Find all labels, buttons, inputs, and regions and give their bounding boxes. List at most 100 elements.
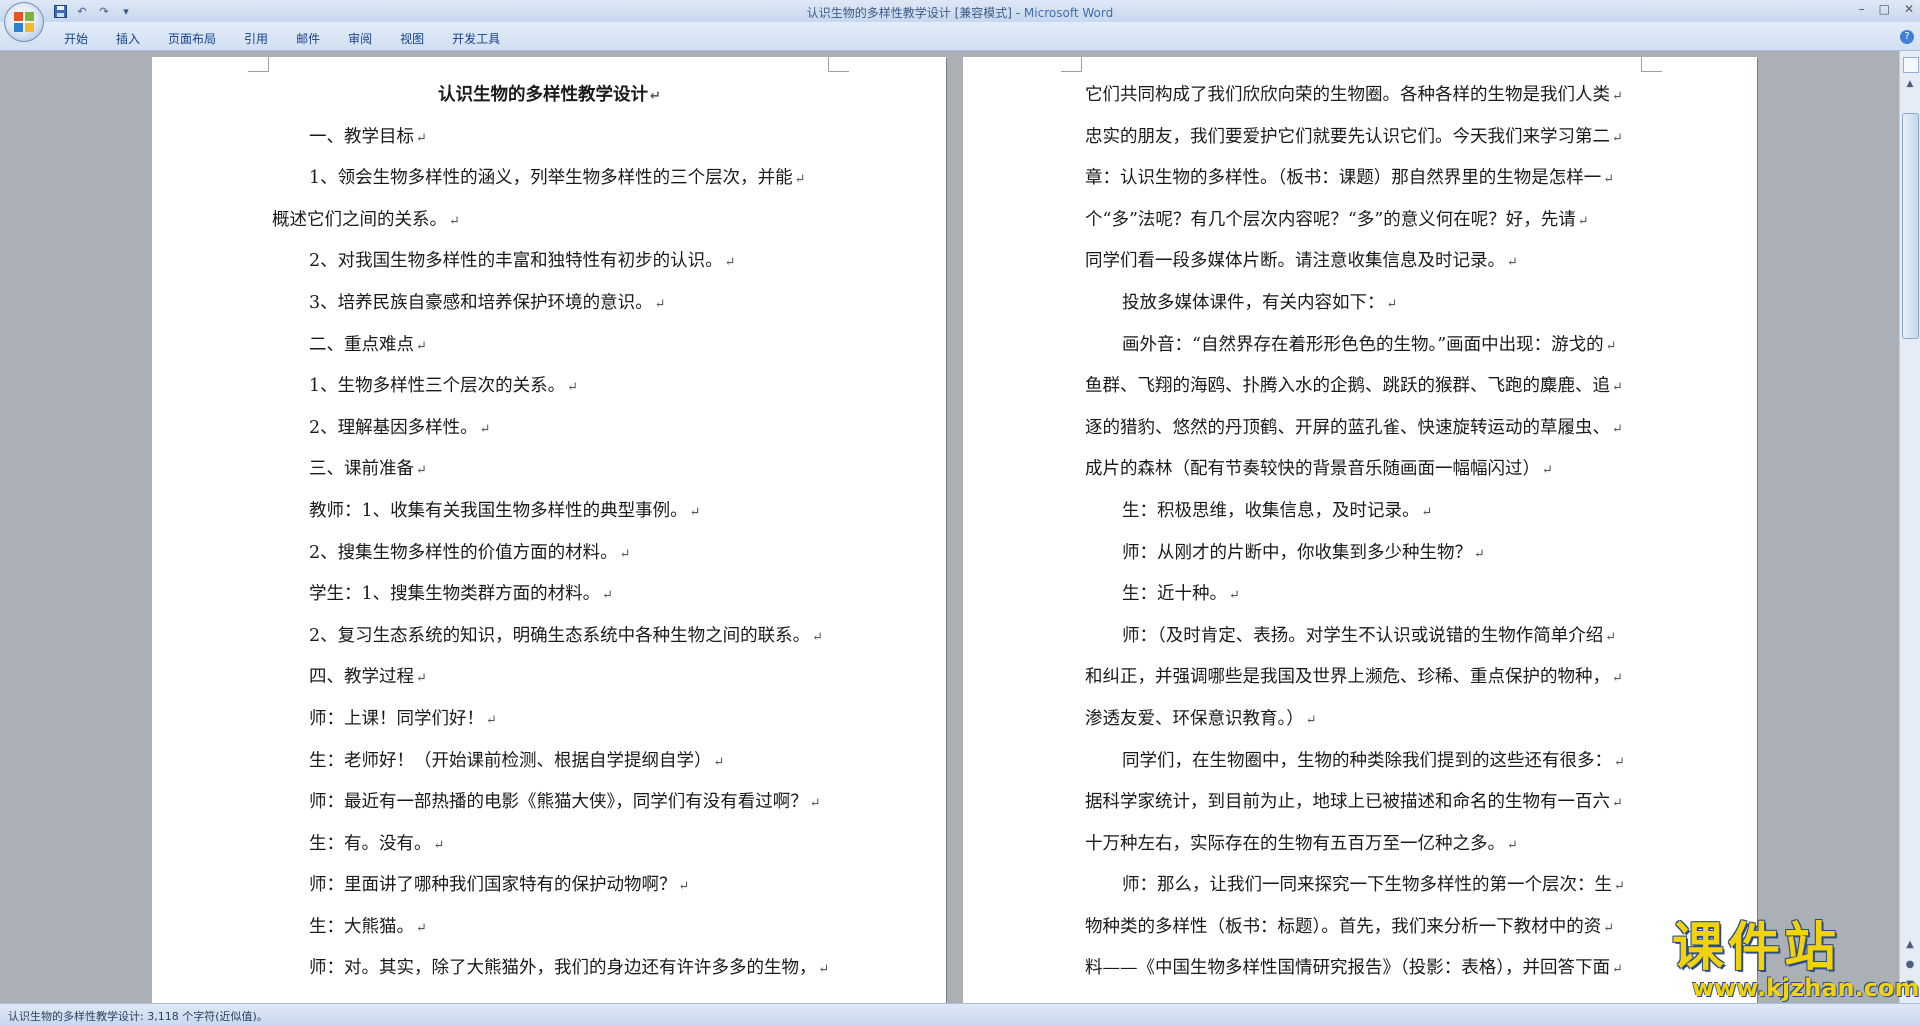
text-line: 师：里面讲了哪种我们国家特有的保护动物啊？ ↵ (272, 865, 827, 907)
text-line: 忠实的朋友，我们要爱护它们就要先认识它们。今天我们来学习第二 ↵ (1085, 117, 1641, 159)
text-line-content: 十万种左右，实际存在的生物有五百万至一亿种之多。 (1085, 833, 1505, 854)
text-line-content: 师：上课！同学们好！ (309, 708, 484, 729)
window-title: 认识生物的多样性教学设计 [兼容模式] - Microsoft Word (0, 4, 1920, 21)
paragraph-mark: ↵ (1605, 629, 1617, 645)
text-line: 同学们看一段多媒体片断。请注意收集信息及时记录。 ↵ (1085, 241, 1641, 283)
page-left[interactable]: 认识生物的多样性教学设计 ↵ 一、教学目标 ↵ 1、领会生物多样性的涵义，列举生物多样… (152, 57, 946, 1003)
paragraph-mark: ↵ (449, 213, 460, 229)
text-line-content: 学生：1、搜集生物类群方面的材料。 (309, 584, 601, 605)
text-line: 师：最近有一部热播的电影《熊猫大侠》，同学们有没有看过啊？ ↵ (272, 782, 827, 824)
text-line: 同学们，在生物圈中，生物的种类除我们提到的这些还有很多： ↵ (1085, 741, 1641, 783)
paragraph-mark: ↵ (812, 629, 824, 645)
text-line: 生：近十种。 ↵ (1085, 574, 1641, 616)
margin-corner-mark (828, 57, 849, 72)
paragraph-mark: ↵ (654, 296, 666, 312)
text-line-content: 2、复习生态系统的知识，明确生态系统中各种生物之间的联系。 (309, 625, 811, 646)
page-left-content[interactable]: 认识生物的多样性教学设计 ↵ 一、教学目标 ↵ 1、领会生物多样性的涵义，列举生物多样… (272, 75, 827, 990)
scrollbar-thumb[interactable] (1902, 113, 1919, 339)
office-button[interactable] (4, 2, 44, 42)
text-line-content: 生：大熊猫。 (309, 916, 414, 937)
text-line: 生：大熊猫。 ↵ (272, 907, 827, 949)
ribbon-tab[interactable]: 页面布局 (154, 30, 230, 47)
ribbon-tab[interactable]: 审阅 (334, 30, 386, 47)
minimize-button[interactable]: – (1859, 2, 1865, 16)
text-line: 1、生物多样性三个层次的关系。 ↵ (272, 366, 827, 408)
text-line-content: 师：（及时肯定、表扬。对学生不认识或说错的生物作简单介绍 (1122, 625, 1604, 646)
paragraph-mark: ↵ (713, 754, 725, 770)
maximize-button[interactable]: □ (1879, 2, 1890, 16)
paragraph-mark: ↵ (1612, 380, 1623, 396)
text-line-content: 2、理解基因多样性。 (309, 417, 478, 438)
text-line-content: 2、对我国生物多样性的丰富和独特性有初步的认识。 (309, 251, 723, 272)
text-line: 师：上课！同学们好！ ↵ (272, 699, 827, 741)
paragraph-mark: ↵ (1614, 754, 1625, 770)
paragraph-mark: ↵ (479, 421, 491, 437)
text-line: 教师：1、收集有关我国生物多样性的典型事例。 ↵ (272, 491, 827, 533)
text-line-content: 据科学家统计，到目前为止，地球上已被描述和命名的生物有一百六 (1085, 792, 1610, 813)
ribbon-tab[interactable]: 邮件 (282, 30, 334, 47)
text-line: 生：有。没有。 ↵ (272, 824, 827, 866)
ribbon-tab[interactable]: 插入 (102, 30, 154, 47)
close-button[interactable]: ✕ (1904, 2, 1914, 16)
text-line-content: 物种类的多样性（板书：标题）。首先，我们来分析一下教材中的资 (1085, 916, 1602, 937)
app-name: Microsoft Word (1023, 6, 1114, 20)
paragraph-mark: ↵ (650, 89, 661, 104)
paragraph-mark: ↵ (1577, 213, 1589, 229)
text-line-content: 它们共同构成了我们欣欣向荣的生物圈。各种各样的生物是我们人类 (1085, 85, 1610, 105)
text-line: 生：老师好！（开始课前检测、根据自学提纲自学） ↵ (272, 741, 827, 783)
text-line: 二、重点难点 ↵ (272, 325, 827, 367)
text-line: 师：那么，让我们一同来探究一下生物多样性的第一个层次：生 ↵ (1085, 865, 1641, 907)
page-right-content[interactable]: 它们共同构成了我们欣欣向荣的生物圈。各种各样的生物是我们人类 ↵ 忠实的朋友，我们要… (1085, 75, 1641, 990)
ribbon-tab[interactable]: 开发工具 (438, 30, 514, 47)
vertical-scrollbar[interactable]: ▲ ▲ ● ▼ (1899, 51, 1920, 1003)
paragraph-mark: ↵ (689, 504, 701, 520)
scroll-up-arrow-icon[interactable]: ▲ (1903, 79, 1917, 93)
text-line: 2、理解基因多样性。 ↵ (272, 408, 827, 450)
text-line: 鱼群、飞翔的海鸥、扑腾入水的企鹅、跳跃的猴群、飞跑的麋鹿、追 ↵ (1085, 366, 1641, 408)
ribbon: 开始 插入 页面布局 引用 邮件 审阅 视图 开发工具 ? (0, 22, 1920, 51)
paragraph-mark: ↵ (416, 463, 427, 479)
paragraph-mark: ↵ (1603, 920, 1615, 936)
paragraph-mark: ↵ (818, 962, 828, 978)
page-right[interactable]: 它们共同构成了我们欣欣向荣的生物圈。各种各样的生物是我们人类 ↵ 忠实的朋友，我们要… (963, 57, 1757, 1003)
previous-page-icon[interactable]: ▲ (1903, 939, 1917, 953)
ribbon-tab[interactable]: 视图 (386, 30, 438, 47)
office-logo-icon (14, 12, 34, 32)
text-line-content: 师：最近有一部热播的电影《熊猫大侠》，同学们有没有看过啊？ (309, 792, 808, 813)
text-line: 1、领会生物多样性的涵义，列举生物多样性的三个层次，并能 ↵ (272, 158, 827, 200)
paragraph-mark: ↵ (794, 172, 806, 188)
text-line-content: 概述它们之间的关系。 (272, 209, 447, 230)
paragraph-mark: ↵ (486, 712, 497, 728)
paragraph-mark: ↵ (1612, 130, 1623, 146)
text-line: 3、培养民族自豪感和培养保护环境的意识。 ↵ (272, 283, 827, 325)
text-line: 三、课前准备 ↵ (272, 449, 827, 491)
text-line: 师：对。其实，除了大熊猫外，我们的身边还有许许多多的生物， ↵ (272, 948, 827, 990)
text-line-content: 三、课前准备 (309, 459, 414, 480)
status-word-count[interactable]: 认识生物的多样性教学设计: 3,118 个字符(近似值)。 (8, 1008, 268, 1024)
view-ruler-button[interactable] (1903, 57, 1919, 73)
text-line-content: 成片的森林（配有节奏较快的背景音乐随画面一幅幅闪过） (1085, 459, 1540, 480)
paragraph-mark: ↵ (809, 796, 821, 812)
text-line-content: 3、培养民族自豪感和培养保护环境的意识。 (309, 292, 653, 313)
text-line: 个“多”法呢？有几个层次内容呢？“多”的意义何在呢？好，先请 ↵ (1085, 200, 1641, 242)
text-line: 逐的猎豹、悠然的丹顶鹤、开屏的蓝孔雀、快速旋转运动的草履虫、 ↵ (1085, 408, 1641, 450)
text-line: 章：认识生物的多样性。（板书：课题）那自然界里的生物是怎样一 ↵ (1085, 158, 1641, 200)
watermark-title: 课件站 (1672, 918, 1841, 978)
text-line: 投放多媒体课件，有关内容如下： ↵ (1085, 283, 1641, 325)
text-line: 师：（及时肯定、表扬。对学生不认识或说错的生物作简单介绍 ↵ (1085, 616, 1641, 658)
paragraph-mark: ↵ (1421, 504, 1433, 520)
text-line-content: 渗透友爱、环保意识教育。） (1085, 708, 1304, 729)
ribbon-tab[interactable]: 引用 (230, 30, 282, 47)
paragraph-mark: ↵ (1603, 172, 1615, 188)
text-line: 渗透友爱、环保意识教育。） ↵ (1085, 699, 1641, 741)
select-browse-object-icon[interactable]: ● (1903, 959, 1917, 973)
text-line: 概述它们之间的关系。 ↵ (272, 200, 827, 242)
text-line: 生：积极思维，收集信息，及时记录。 ↵ (1085, 491, 1641, 533)
document-title: 认识生物的多样性教学设计 [兼容模式] - (806, 6, 1024, 20)
ribbon-tab[interactable]: 开始 (50, 30, 102, 47)
paragraph-mark: ↵ (1507, 255, 1518, 271)
text-line: 它们共同构成了我们欣欣向荣的生物圈。各种各样的生物是我们人类 ↵ (1085, 75, 1641, 117)
paragraph-mark: ↵ (416, 130, 427, 146)
text-line: 师：从刚才的片断中，你收集到多少种生物？ ↵ (1085, 533, 1641, 575)
help-icon[interactable]: ? (1900, 30, 1914, 44)
